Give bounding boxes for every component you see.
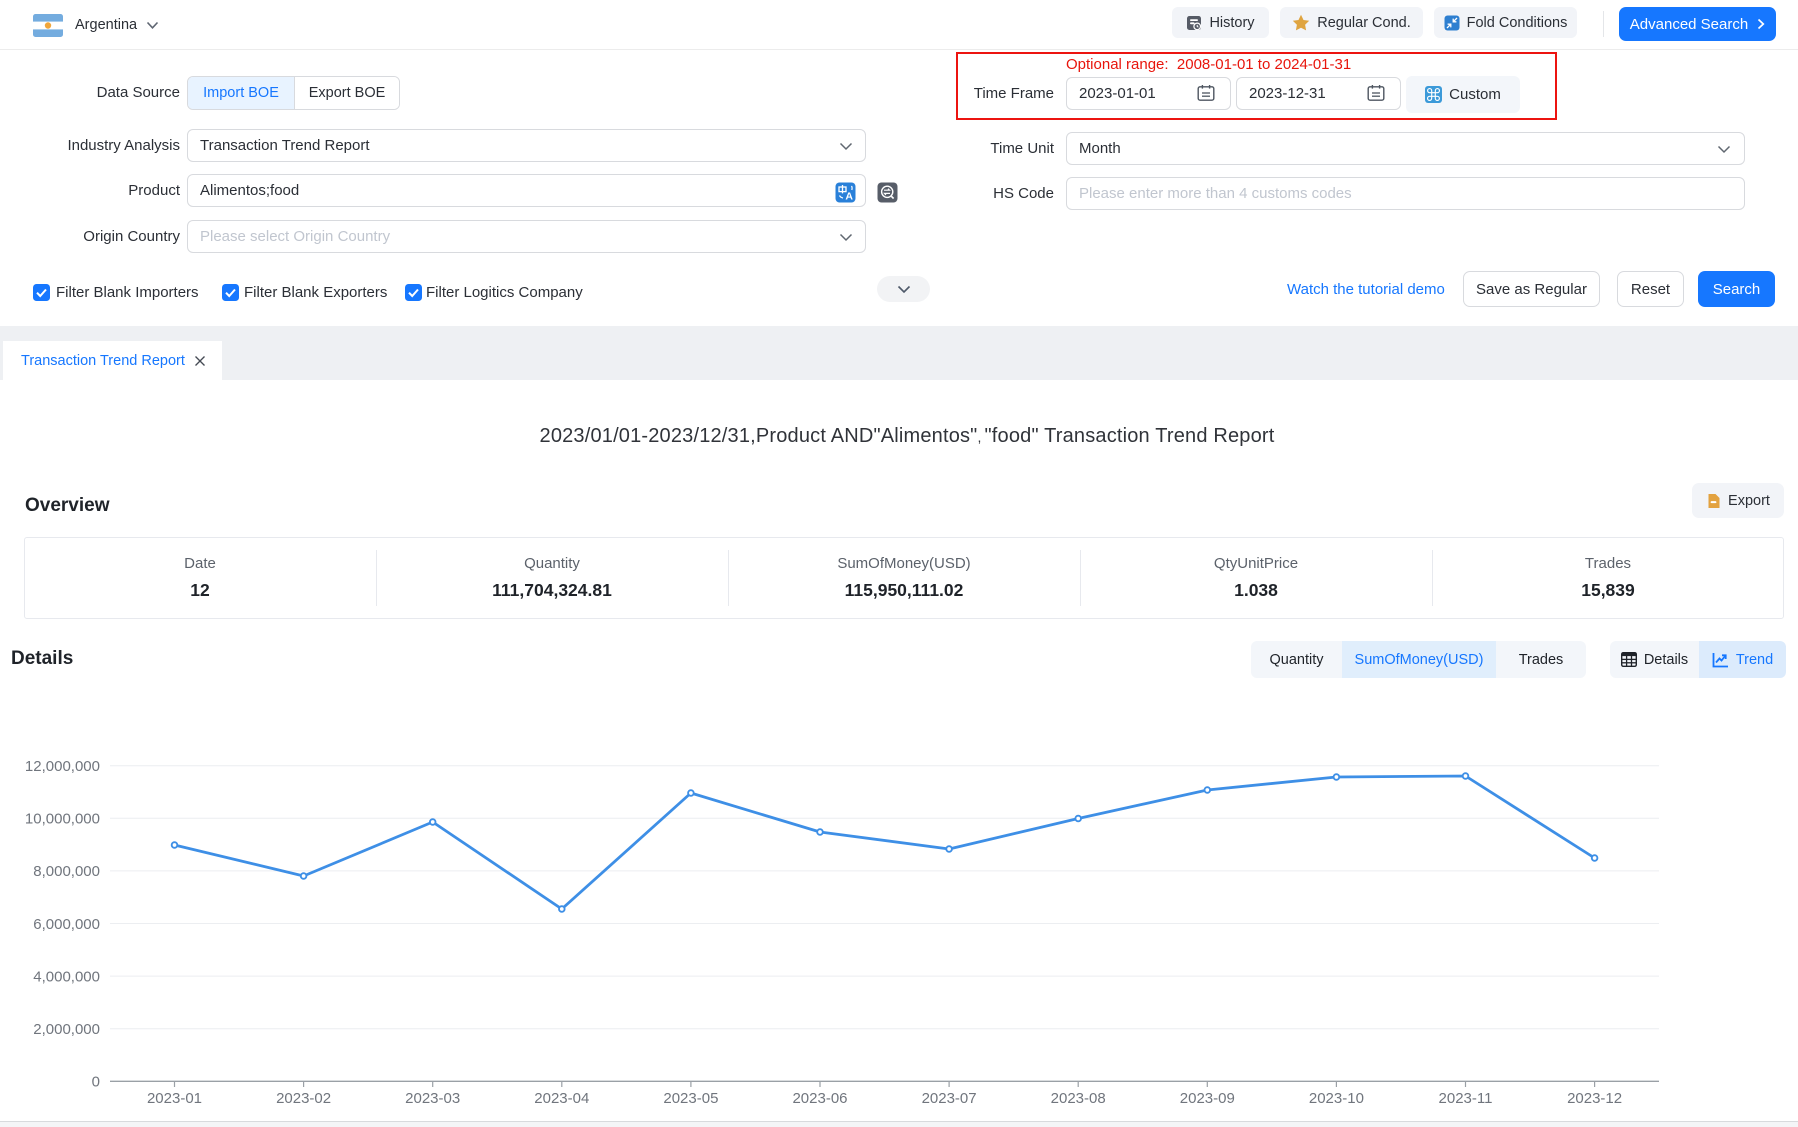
svg-text:6,000,000: 6,000,000 [33,916,100,933]
svg-text:0: 0 [92,1074,100,1091]
svg-text:10,000,000: 10,000,000 [25,811,100,828]
svg-text:2023-07: 2023-07 [922,1090,977,1107]
svg-text:2023-03: 2023-03 [405,1090,460,1107]
svg-text:2,000,000: 2,000,000 [33,1021,100,1038]
svg-text:2023-08: 2023-08 [1051,1090,1106,1107]
svg-text:2023-01: 2023-01 [147,1090,202,1107]
svg-text:2023-12: 2023-12 [1567,1090,1622,1107]
svg-text:2023-10: 2023-10 [1309,1090,1364,1107]
svg-text:12,000,000: 12,000,000 [25,758,100,775]
svg-text:A: A [845,191,853,203]
svg-text:2023-09: 2023-09 [1180,1090,1235,1107]
svg-text:8,000,000: 8,000,000 [33,863,100,880]
svg-text:2023-06: 2023-06 [792,1090,847,1107]
svg-text:2023-05: 2023-05 [663,1090,718,1107]
svg-text:4,000,000: 4,000,000 [33,968,100,985]
svg-text:2023-04: 2023-04 [534,1090,589,1107]
svg-text:2023-11: 2023-11 [1439,1090,1493,1107]
svg-text:2023-02: 2023-02 [276,1090,331,1107]
